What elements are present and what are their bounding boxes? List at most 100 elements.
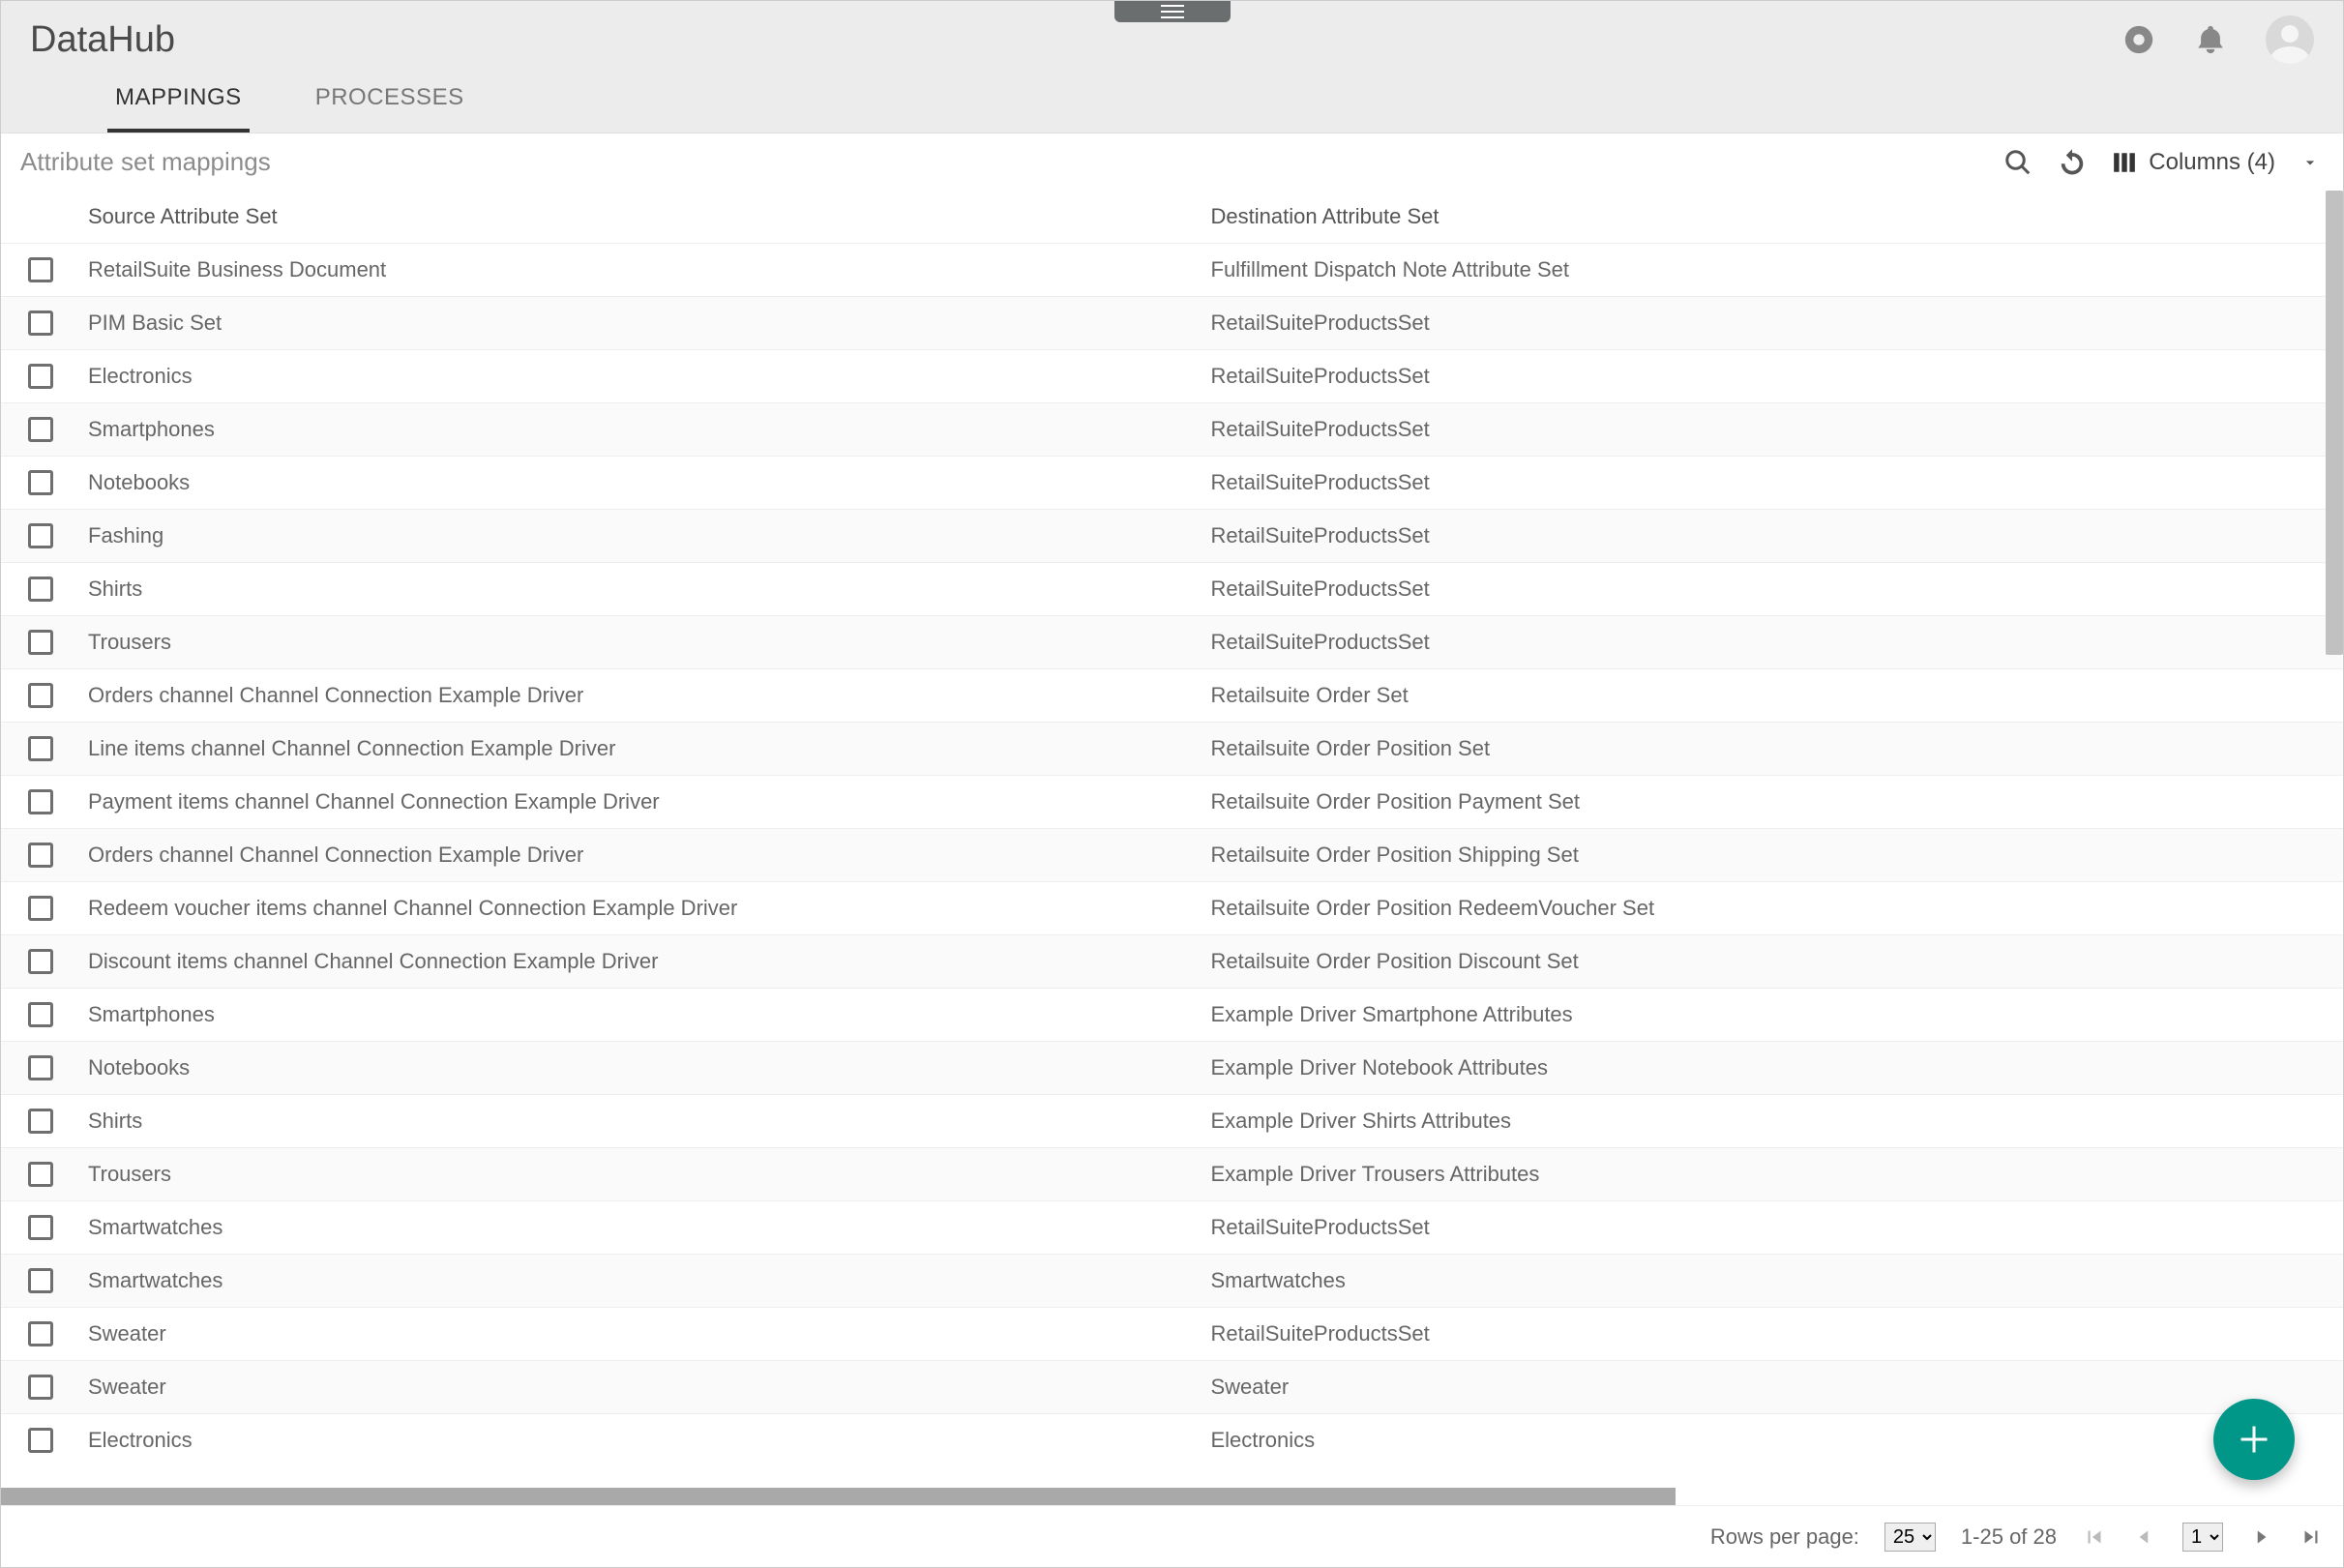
cell-source: Orders channel Channel Connection Exampl… (88, 843, 1211, 868)
cell-source: RetailSuite Business Document (88, 257, 1211, 282)
cell-source: Smartphones (88, 1002, 1211, 1027)
cell-source: PIM Basic Set (88, 311, 1211, 336)
row-checkbox[interactable] (28, 577, 53, 602)
columns-button[interactable]: Columns (4) (2112, 149, 2320, 176)
row-checkbox[interactable] (28, 1375, 53, 1400)
rows-per-page-select[interactable]: 25 (1884, 1523, 1936, 1552)
row-checkbox[interactable] (28, 843, 53, 868)
row-checkbox[interactable] (28, 683, 53, 708)
search-icon[interactable] (2003, 148, 2032, 177)
table-row[interactable]: Orders channel Channel Connection Exampl… (1, 668, 2343, 722)
cell-destination: RetailSuiteProductsSet (1211, 311, 2334, 336)
col-header-destination[interactable]: Destination Attribute Set (1211, 204, 2334, 229)
row-checkbox[interactable] (28, 1268, 53, 1293)
table-row[interactable]: NotebooksExample Driver Notebook Attribu… (1, 1041, 2343, 1094)
cell-source: Notebooks (88, 470, 1211, 495)
vertical-scrollbar[interactable] (2326, 191, 2343, 1488)
cell-destination: Example Driver Notebook Attributes (1211, 1055, 2334, 1080)
row-checkbox[interactable] (28, 1321, 53, 1346)
row-checkbox[interactable] (28, 789, 53, 814)
page-title: Attribute set mappings (20, 147, 271, 177)
row-checkbox[interactable] (28, 736, 53, 761)
notifications-bell-icon[interactable] (2194, 23, 2227, 56)
row-checkbox[interactable] (28, 1215, 53, 1240)
row-checkbox[interactable] (28, 1162, 53, 1187)
row-checkbox[interactable] (28, 1002, 53, 1027)
row-checkbox[interactable] (28, 470, 53, 495)
table-row[interactable]: SweaterRetailSuiteProductsSet (1, 1307, 2343, 1360)
next-page-icon[interactable] (2248, 1524, 2273, 1550)
row-checkbox[interactable] (28, 311, 53, 336)
table-row[interactable]: Orders channel Channel Connection Exampl… (1, 828, 2343, 881)
cell-source: Orders channel Channel Connection Exampl… (88, 683, 1211, 708)
cell-source: Electronics (88, 364, 1211, 389)
cell-destination: RetailSuiteProductsSet (1211, 417, 2334, 442)
cell-source: Trousers (88, 1162, 1211, 1187)
hamburger-icon (1161, 5, 1184, 18)
table-row[interactable]: PIM Basic SetRetailSuiteProductsSet (1, 296, 2343, 349)
top-drawer-toggle[interactable] (1114, 1, 1231, 22)
row-checkbox[interactable] (28, 1055, 53, 1080)
last-page-icon[interactable] (2299, 1524, 2324, 1550)
cell-source: Discount items channel Channel Connectio… (88, 949, 1211, 974)
row-checkbox[interactable] (28, 417, 53, 442)
page-select[interactable]: 1 (2182, 1523, 2223, 1552)
row-checkbox[interactable] (28, 896, 53, 921)
table-row[interactable]: Discount items channel Channel Connectio… (1, 934, 2343, 988)
cell-source: Line items channel Channel Connection Ex… (88, 736, 1211, 761)
cell-destination: Retailsuite Order Position Shipping Set (1211, 843, 2334, 868)
table-row[interactable]: ElectronicsElectronics (1, 1413, 2343, 1466)
cell-destination: Retailsuite Order Position Discount Set (1211, 949, 2334, 974)
row-checkbox[interactable] (28, 1428, 53, 1453)
row-checkbox[interactable] (28, 257, 53, 282)
cell-source: Sweater (88, 1375, 1211, 1400)
refresh-icon[interactable] (2058, 148, 2087, 177)
status-circle-icon[interactable] (2122, 23, 2155, 56)
table-row[interactable]: SmartwatchesSmartwatches (1, 1254, 2343, 1307)
row-checkbox[interactable] (28, 630, 53, 655)
table-row[interactable]: Line items channel Channel Connection Ex… (1, 722, 2343, 775)
cell-source: Smartphones (88, 417, 1211, 442)
table-row[interactable]: ShirtsExample Driver Shirts Attributes (1, 1094, 2343, 1147)
row-checkbox[interactable] (28, 949, 53, 974)
tab-processes[interactable]: PROCESSES (308, 69, 472, 133)
table-row[interactable]: SmartphonesExample Driver Smartphone Att… (1, 988, 2343, 1041)
table-row[interactable]: TrousersRetailSuiteProductsSet (1, 615, 2343, 668)
cell-destination: Electronics (1211, 1428, 2334, 1453)
row-checkbox[interactable] (28, 1109, 53, 1134)
table-row[interactable]: ShirtsRetailSuiteProductsSet (1, 562, 2343, 615)
cell-destination: RetailSuiteProductsSet (1211, 1321, 2334, 1346)
cell-destination: RetailSuiteProductsSet (1211, 470, 2334, 495)
table-row[interactable]: ElectronicsRetailSuiteProductsSet (1, 349, 2343, 402)
cell-destination: Example Driver Shirts Attributes (1211, 1109, 2334, 1134)
row-checkbox[interactable] (28, 364, 53, 389)
table-row[interactable]: NotebooksRetailSuiteProductsSet (1, 456, 2343, 509)
row-checkbox[interactable] (28, 523, 53, 548)
table-row[interactable]: SweaterSweater (1, 1360, 2343, 1413)
cell-destination: RetailSuiteProductsSet (1211, 1215, 2334, 1240)
table-row[interactable]: RetailSuite Business DocumentFulfillment… (1, 243, 2343, 296)
cell-destination: Retailsuite Order Set (1211, 683, 2334, 708)
cell-source: Redeem voucher items channel Channel Con… (88, 896, 1211, 921)
horizontal-scrollbar[interactable] (1, 1488, 2343, 1505)
user-avatar[interactable] (2266, 15, 2314, 64)
cell-source: Shirts (88, 1109, 1211, 1134)
cell-destination: RetailSuiteProductsSet (1211, 577, 2334, 602)
add-mapping-button[interactable] (2213, 1399, 2295, 1480)
first-page-icon[interactable] (2082, 1524, 2107, 1550)
table-row[interactable]: TrousersExample Driver Trousers Attribut… (1, 1147, 2343, 1200)
columns-icon (2112, 150, 2137, 175)
prev-page-icon[interactable] (2132, 1524, 2157, 1550)
toolbar: Attribute set mappings Columns (4) (1, 133, 2343, 191)
cell-source: Notebooks (88, 1055, 1211, 1080)
cell-source: Payment items channel Channel Connection… (88, 789, 1211, 814)
tab-mappings[interactable]: MAPPINGS (107, 69, 250, 133)
col-header-source[interactable]: Source Attribute Set (88, 204, 1211, 229)
cell-destination: RetailSuiteProductsSet (1211, 364, 2334, 389)
table-row[interactable]: Payment items channel Channel Connection… (1, 775, 2343, 828)
table-row[interactable]: SmartphonesRetailSuiteProductsSet (1, 402, 2343, 456)
table-row[interactable]: FashingRetailSuiteProductsSet (1, 509, 2343, 562)
mappings-table: Source Attribute Set Destination Attribu… (1, 191, 2343, 1488)
table-row[interactable]: SmartwatchesRetailSuiteProductsSet (1, 1200, 2343, 1254)
table-row[interactable]: Redeem voucher items channel Channel Con… (1, 881, 2343, 934)
